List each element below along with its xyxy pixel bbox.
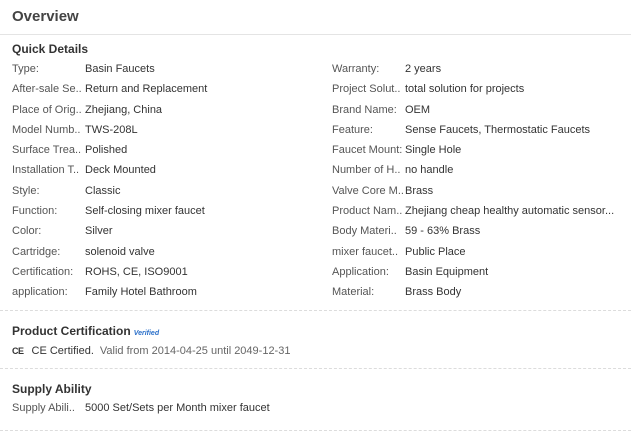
detail-value: 59 - 63% Brass — [405, 225, 481, 238]
detail-row: Style: Classic Valve Core M.. Brass — [12, 183, 632, 203]
detail-label: application: — [12, 286, 68, 299]
verified-badge: Verified — [133, 330, 160, 337]
detail-label: Function: — [12, 205, 58, 218]
cert-validity: Valid from 2014-04-25 until 2049-12-31 — [99, 345, 291, 357]
detail-value: Classic — [85, 184, 121, 197]
detail-row: Surface Trea.. Polished Faucet Mount: Singl… — [12, 142, 632, 162]
quick-details-title: Quick Details — [12, 42, 89, 56]
detail-row: Color: Silver Body Materi.. 59 - 63% Brass — [12, 223, 632, 243]
detail-value: Return and Replacement — [85, 83, 208, 96]
cert-name: CE Certified. — [31, 345, 94, 357]
overview-title: Overview — [12, 8, 79, 25]
detail-value: Basin Equipment — [405, 265, 489, 278]
detail-value: Brass — [405, 184, 434, 197]
detail-value: total solution for projects — [405, 83, 525, 96]
detail-label: Number of H.. — [332, 164, 401, 177]
detail-label: Place of Orig.. — [12, 103, 82, 116]
detail-value: OEM — [405, 103, 431, 116]
detail-label: Faucet Mount: — [332, 144, 403, 157]
detail-label: Warranty: — [332, 63, 380, 75]
quick-details-grid: Type: Basin Faucets Warranty: 2 years After-… — [12, 61, 632, 305]
divider — [0, 310, 631, 311]
detail-row: Type: Basin Faucets Warranty: 2 years — [12, 61, 632, 81]
supply-ability-title: Supply Ability — [12, 382, 92, 396]
ce-mark-icon: CE — [12, 346, 24, 356]
detail-row: Cartridge: solenoid valve mixer faucet.. Pu… — [12, 244, 632, 264]
detail-value: Basin Faucets — [85, 63, 155, 75]
detail-label: After-sale Se.. — [12, 83, 82, 96]
product-certification-label: Product Certification — [12, 324, 131, 338]
detail-value: no handle — [405, 164, 454, 177]
detail-value: Brass Body — [405, 286, 462, 299]
detail-label: Installation T.. — [12, 164, 80, 177]
supply-ability-value: 5000 Set/Sets per Month mixer faucet — [85, 402, 270, 414]
detail-row: application: Family Hotel Bathroom Materia… — [12, 284, 632, 304]
detail-label: Style: — [12, 184, 40, 197]
detail-label: Color: — [12, 225, 42, 238]
supply-ability-row: Supply Abili.. 5000 Set/Sets per Month mi… — [12, 402, 270, 414]
detail-row: Installation T.. Deck Mounted Number of H.… — [12, 162, 632, 182]
detail-label: Material: — [332, 286, 375, 299]
detail-row: Place of Orig.. Zhejiang, China Brand Name… — [12, 102, 632, 122]
detail-value: Silver — [85, 225, 113, 238]
detail-value: Sense Faucets, Thermostatic Faucets — [405, 123, 591, 136]
supply-ability-label: Supply Abili.. — [12, 402, 75, 414]
detail-label: Model Numb.. — [12, 123, 81, 136]
certification-row: CE CE Certified. Valid from 2014-04-25 unt… — [12, 345, 290, 357]
detail-value: solenoid valve — [85, 245, 155, 258]
detail-label: Valve Core M.. — [332, 184, 404, 197]
detail-label: Type: — [12, 63, 39, 75]
detail-label: mixer faucet.. — [332, 245, 399, 258]
detail-label: Application: — [332, 265, 389, 278]
detail-value: Deck Mounted — [85, 164, 156, 177]
detail-value: ROHS, CE, ISO9001 — [85, 265, 188, 278]
detail-value: TWS-208L — [85, 123, 138, 136]
detail-value: 2 years — [405, 63, 442, 75]
detail-row: Certification: ROHS, CE, ISO9001 Applicati… — [12, 264, 632, 284]
detail-value: Zhejiang cheap healthy automatic sensor.… — [405, 205, 615, 218]
detail-value: Single Hole — [405, 144, 462, 157]
divider — [0, 430, 631, 431]
divider — [0, 34, 631, 35]
detail-label: Feature: — [332, 123, 373, 136]
detail-label: Certification: — [12, 265, 74, 278]
detail-value: Polished — [85, 144, 128, 157]
detail-label: Product Nam.. — [332, 205, 403, 218]
detail-value: Zhejiang, China — [85, 103, 163, 116]
divider — [0, 368, 631, 369]
detail-value: Self-closing mixer faucet — [85, 205, 205, 218]
product-certification-title: Product Certification Verified — [12, 324, 159, 338]
detail-value: Family Hotel Bathroom — [85, 286, 197, 299]
detail-row: Function: Self-closing mixer faucet Produc… — [12, 203, 632, 223]
detail-label: Project Solut.. — [332, 83, 401, 96]
detail-label: Cartridge: — [12, 245, 61, 258]
detail-label: Brand Name: — [332, 103, 397, 116]
detail-value: Public Place — [405, 245, 466, 258]
detail-label: Body Materi.. — [332, 225, 397, 238]
product-details-panel: Overview Quick Details Type: Basin Faucet… — [0, 0, 639, 438]
detail-label: Surface Trea.. — [12, 144, 82, 157]
detail-row: After-sale Se.. Return and Replacement Pro… — [12, 81, 632, 101]
detail-row: Model Numb.. TWS-208L Feature: Sense Faucet… — [12, 122, 632, 142]
